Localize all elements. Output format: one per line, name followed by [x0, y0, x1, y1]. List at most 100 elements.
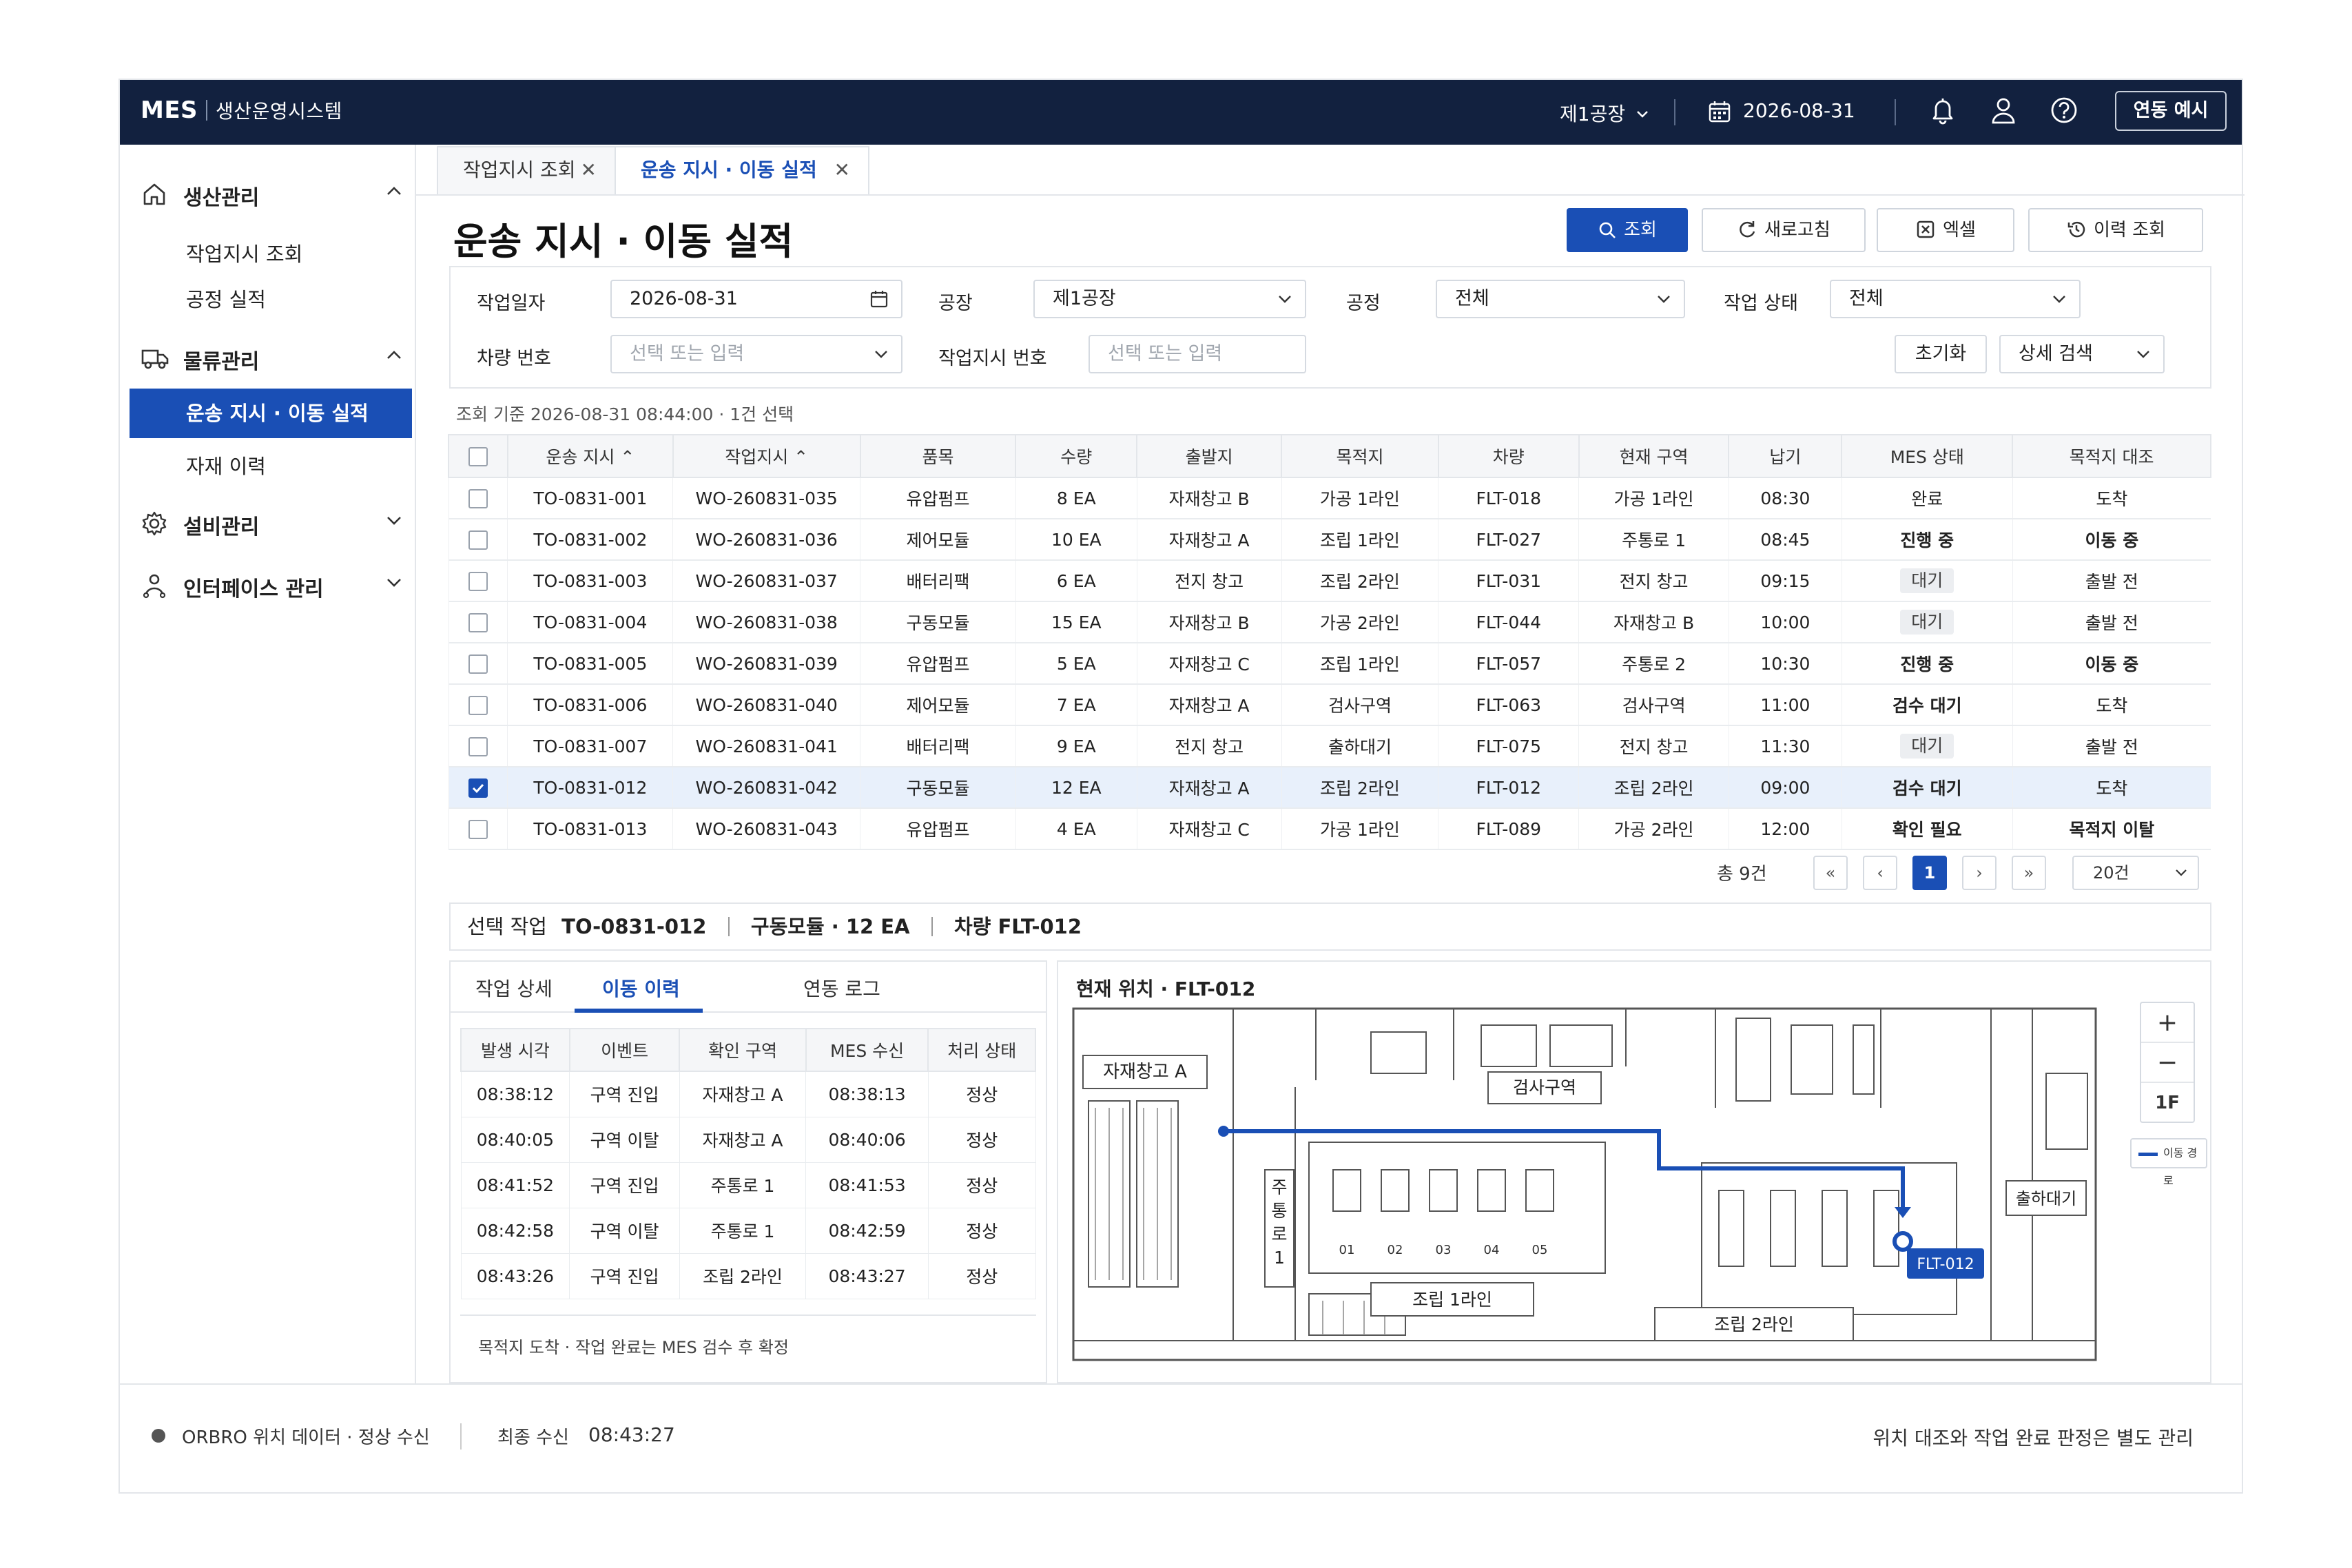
table-row[interactable]: TO-0831-012 WO-260831-042 구동모듈 12 EA 자재창고 A조…	[448, 767, 2211, 809]
table-row[interactable]: TO-0831-001 WO-260831-035 유압펌프 8 EA 자재창고 B 가공…	[448, 477, 2211, 519]
history-cell: 구역 이탈	[569, 1116, 680, 1163]
table-row[interactable]: TO-0831-005 WO-260831-039 유압펌프 5 EA 자재창고 C 조립…	[448, 643, 2211, 685]
bell-icon[interactable]	[1929, 95, 1957, 125]
prev-page-button[interactable]: ‹	[1863, 856, 1897, 890]
row-select-cell[interactable]	[448, 684, 508, 726]
chevron-down-icon	[2053, 296, 2065, 303]
zone-aisle-1[interactable]: 주통로1	[1264, 1169, 1294, 1288]
tab-transport[interactable]: 운송 지시 · 이동 실적 ✕	[615, 146, 869, 194]
row-select-cell[interactable]	[448, 808, 508, 850]
table-cell: WO-260831-042	[672, 767, 860, 809]
user-icon[interactable]	[1990, 95, 2017, 125]
table-row[interactable]: TO-0831-004 WO-260831-038 구동모듈 15 EA 자재창고 B가…	[448, 601, 2211, 643]
tab-task-detail[interactable]: 작업 상세	[475, 974, 553, 1002]
row-select-cell[interactable]	[448, 477, 508, 519]
row-select-cell[interactable]	[448, 519, 508, 561]
zone-shipping[interactable]: 출하대기	[2005, 1180, 2087, 1216]
zone-inspection[interactable]: 검사구역	[1487, 1071, 1602, 1104]
table-row[interactable]: TO-0831-013 WO-260831-043 유압펌프 4 EA 자재창고 C 가공…	[448, 808, 2211, 850]
vehicle-tag[interactable]: FLT-012	[1907, 1248, 1984, 1279]
plant-select[interactable]: 제1공장	[1033, 280, 1306, 318]
zone-assembly-1[interactable]: 조립 1라인	[1370, 1282, 1534, 1317]
row-checkbox[interactable]	[468, 489, 488, 508]
table-cell: 전지 창고	[1136, 560, 1282, 602]
row-checkbox[interactable]	[468, 572, 488, 591]
table-row[interactable]: TO-0831-002 WO-260831-036 제어모듈 10 EA 자재창고 A조…	[448, 519, 2211, 561]
link-example-button[interactable]: 연동 예시	[2115, 91, 2227, 131]
vehicle-position-marker[interactable]	[1892, 1231, 1913, 1252]
row-select-cell[interactable]	[448, 767, 508, 809]
table-cell: 유압펌프	[860, 808, 1016, 850]
row-checkbox[interactable]	[468, 654, 488, 674]
chevron-down-icon	[2176, 869, 2187, 876]
help-icon[interactable]	[2049, 95, 2079, 125]
row-select-cell[interactable]	[448, 725, 508, 767]
table-row[interactable]: TO-0831-006 WO-260831-040 제어모듈 7 EA 자재창고 A 검사…	[448, 684, 2211, 726]
sidebar-item-work-orders[interactable]: 작업지시 조회	[186, 238, 302, 267]
next-page-button[interactable]: ›	[1962, 856, 1997, 890]
work-date-field[interactable]: 2026-08-31	[610, 280, 902, 318]
row-checkbox[interactable]	[468, 696, 488, 715]
search-button[interactable]: 조회	[1567, 208, 1688, 252]
table-cell: 조립 1라인	[1281, 519, 1438, 561]
floor-map[interactable]: 01 02 03 04 05 자재창고 A 검사구역 주통로1 조립 1라인 조…	[1068, 1004, 2101, 1367]
row-select-cell[interactable]	[448, 560, 508, 602]
row-checkbox[interactable]	[468, 613, 488, 632]
zone-assembly-2[interactable]: 조립 2라인	[1654, 1307, 1854, 1341]
history-cell: 자재창고 A	[679, 1116, 807, 1163]
selection-bar: 선택 작업 TO-0831-012 구동모듈 · 12 EA 차량 FLT-01…	[449, 902, 2211, 951]
table-row[interactable]: TO-0831-003 WO-260831-037 배터리팩 6 EA 전지 창고 조립 …	[448, 560, 2211, 602]
tab-movement-history[interactable]: 이동 이력	[602, 974, 680, 1002]
table-cell: 검수 대기	[1841, 767, 2013, 809]
table-row[interactable]: TO-0831-007 WO-260831-041 배터리팩 9 EA 전지 창고 출하대…	[448, 725, 2211, 767]
history-button[interactable]: 이력 조회	[2028, 208, 2203, 252]
selection-task: TO-0831-012	[561, 915, 707, 938]
refresh-button[interactable]: 새로고침	[1702, 208, 1866, 252]
status-dot-icon	[152, 1429, 165, 1443]
select-all-checkbox[interactable]	[468, 447, 488, 466]
table-cell: TO-0831-006	[507, 684, 673, 726]
table-cell: 구동모듈	[860, 767, 1016, 809]
sidebar-item-material-history[interactable]: 자재 이력	[186, 451, 266, 479]
first-page-button[interactable]: «	[1813, 856, 1848, 890]
tab-work-orders[interactable]: 작업지시 조회 ✕	[437, 146, 616, 194]
floor-button[interactable]: 1F	[2141, 1083, 2194, 1123]
row-checkbox[interactable]	[468, 737, 488, 756]
close-icon[interactable]: ✕	[834, 147, 850, 193]
history-cell: 08:43:26	[460, 1252, 570, 1299]
col-header: 목적지 대조	[2012, 434, 2211, 478]
zone-warehouse-a[interactable]: 자재창고 A	[1082, 1055, 1208, 1089]
reset-button[interactable]: 초기화	[1895, 335, 1987, 373]
process-select[interactable]: 전체	[1436, 280, 1685, 318]
row-select-cell[interactable]	[448, 643, 508, 685]
history-col-header: 발생 시각	[460, 1028, 570, 1072]
zoom-in-button[interactable]: +	[2141, 1003, 2194, 1043]
selection-label: 선택 작업	[467, 915, 547, 938]
zoom-out-button[interactable]: −	[2141, 1043, 2194, 1083]
row-checkbox[interactable]	[468, 530, 488, 550]
wo-label: 작업지시 번호	[938, 348, 1047, 369]
sidebar-item-process-results[interactable]: 공정 실적	[186, 284, 266, 313]
map-zoom-controls: + − 1F	[2140, 1002, 2195, 1123]
sidebar-item-transport-active[interactable]: 운송 지시 · 이동 실적	[130, 389, 412, 438]
page-size-select[interactable]: 20건	[2072, 856, 2199, 890]
row-checkbox[interactable]	[468, 820, 488, 839]
excel-button[interactable]: 엑셀	[1877, 208, 2014, 252]
vehicle-combobox[interactable]: 선택 또는 입력	[610, 335, 902, 373]
col-header[interactable]: 운송 지시 ⌃	[506, 434, 674, 478]
close-icon[interactable]: ✕	[581, 147, 597, 193]
zone-label: 검사구역	[1513, 1077, 1576, 1097]
brand-logo: MES	[141, 96, 198, 124]
row-checkbox[interactable]	[468, 778, 488, 798]
tab-link-log[interactable]: 연동 로그	[803, 974, 880, 1002]
table-cell: 도착	[2012, 477, 2211, 519]
select-all-cell[interactable]	[448, 434, 508, 478]
row-select-cell[interactable]	[448, 601, 508, 643]
advanced-search-button[interactable]: 상세 검색	[1999, 335, 2165, 373]
wo-input[interactable]: 선택 또는 입력	[1089, 335, 1306, 373]
status-select[interactable]: 전체	[1830, 280, 2081, 318]
page-1-button[interactable]: 1	[1912, 856, 1947, 890]
plant-selector[interactable]: 제1공장	[1560, 99, 1649, 127]
last-page-button[interactable]: »	[2012, 856, 2046, 890]
col-header[interactable]: 작업지시 ⌃	[672, 434, 861, 478]
